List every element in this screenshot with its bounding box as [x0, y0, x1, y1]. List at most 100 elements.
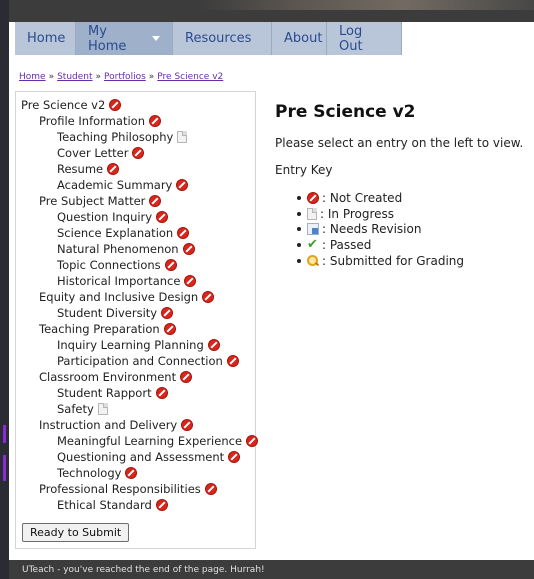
bullet: [297, 211, 301, 216]
tree-item-cover-letter[interactable]: Cover Letter: [57, 146, 145, 160]
not-created-icon: [107, 163, 120, 175]
tree-item-label: Pre Subject Matter: [39, 194, 146, 208]
tree-item-label: Cover Letter: [57, 146, 129, 160]
tree-item-inquiry-learning-planning[interactable]: Inquiry Learning Planning: [57, 338, 220, 352]
not-created-icon: [177, 227, 190, 239]
tree-item-pre-subject-matter[interactable]: Pre Subject Matter: [39, 194, 162, 208]
tree-item-question-inquiry[interactable]: Question Inquiry: [57, 210, 169, 224]
tree-item-meaningful-learning-experience[interactable]: Meaningful Learning Experience: [57, 434, 259, 448]
tree-item-label: Equity and Inclusive Design: [39, 290, 199, 304]
tree-item-label: Classroom Environment: [39, 370, 177, 384]
not-created-icon: [202, 291, 215, 303]
top-bar: [9, 0, 534, 22]
left-edge-marker: [3, 455, 6, 481]
tree-item-student-diversity[interactable]: Student Diversity: [57, 306, 174, 320]
tree-item-science-explanation[interactable]: Science Explanation: [57, 226, 190, 240]
tree-item-teaching-philosophy[interactable]: Teaching Philosophy: [57, 130, 188, 144]
bullet: [297, 195, 301, 200]
tree-root-label: Pre Science v2: [21, 98, 106, 112]
tree-item-student-rapport[interactable]: Student Rapport: [57, 386, 168, 400]
breadcrumb-portfolios[interactable]: Portfolios: [104, 72, 146, 82]
key-label: : In Progress: [320, 206, 395, 221]
not-created-icon: [184, 275, 197, 287]
not-created-icon: [148, 115, 161, 127]
nav-resources-label: Resources: [185, 31, 252, 46]
breadcrumb-pre-science-v2[interactable]: Pre Science v2: [157, 72, 223, 82]
tree-item-technology[interactable]: Technology: [57, 466, 138, 480]
tree-item-label: Natural Phenomenon: [57, 242, 179, 256]
key-item-submitted: : Submitted for Grading: [297, 253, 464, 269]
page-title: Pre Science v2: [275, 102, 416, 122]
tree-item-historical-importance[interactable]: Historical Importance: [57, 274, 197, 288]
key-item-in-progress: : In Progress: [297, 206, 464, 222]
not-created-icon: [132, 147, 145, 159]
breadcrumb-separator: »: [148, 72, 155, 82]
in-progress-icon: [177, 131, 188, 143]
select-entry-message: Please select an entry on the left to vi…: [275, 136, 524, 150]
bullet: [297, 242, 301, 247]
passed-icon: ✔: [307, 236, 318, 252]
nav-about[interactable]: About: [272, 22, 327, 55]
tree-item-label: Academic Summary: [57, 178, 173, 192]
submitted-icon: [307, 254, 319, 267]
not-created-icon: [149, 195, 162, 207]
tree-item-participation-and-connection[interactable]: Participation and Connection: [57, 354, 239, 368]
tree-item-natural-phenomenon[interactable]: Natural Phenomenon: [57, 242, 195, 256]
bullet: [297, 258, 301, 263]
key-label: : Submitted for Grading: [322, 253, 465, 268]
entry-key-list: : Not Created : In Progress : Needs Revi…: [297, 190, 464, 268]
tree-item-profile-information[interactable]: Profile Information: [39, 114, 161, 128]
tree-item-label: Student Diversity: [57, 306, 158, 320]
tree-item-label: Instruction and Delivery: [39, 418, 178, 432]
breadcrumb-separator: »: [48, 72, 55, 82]
ready-to-submit-button[interactable]: Ready to Submit: [22, 523, 130, 542]
key-label: : Passed: [322, 237, 372, 252]
breadcrumb-separator: »: [95, 72, 102, 82]
tree-item-questioning-and-assessment[interactable]: Questioning and Assessment: [57, 450, 241, 464]
left-edge-marker: [3, 425, 6, 443]
not-created-icon: [307, 191, 319, 204]
tree-item-label: Profile Information: [39, 114, 145, 128]
not-created-icon: [164, 259, 177, 271]
not-created-icon: [204, 483, 217, 495]
nav-home-label: Home: [27, 31, 66, 46]
tree-item-classroom-environment[interactable]: Classroom Environment: [39, 370, 193, 384]
nav-about-label: About: [284, 31, 323, 46]
tree-item-topic-connections[interactable]: Topic Connections: [57, 258, 177, 272]
breadcrumb-student[interactable]: Student: [57, 72, 92, 82]
tree-item-resume[interactable]: Resume: [57, 162, 120, 176]
tree-item-label: Safety: [57, 402, 94, 416]
tree-item-label: Historical Importance: [57, 274, 181, 288]
nav-home[interactable]: Home: [15, 22, 76, 55]
not-created-icon: [226, 355, 239, 367]
not-created-icon: [109, 99, 122, 111]
key-item-not-created: : Not Created: [297, 190, 464, 206]
needs-revision-icon: [307, 223, 319, 236]
tree-item-label: Technology: [57, 466, 122, 480]
top-bar-banner: [199, 0, 534, 10]
nav-my-home-label: My Home: [88, 23, 127, 54]
tree-item-label: Science Explanation: [57, 226, 174, 240]
tree-item-label: Teaching Preparation: [39, 322, 160, 336]
not-created-icon: [207, 339, 220, 351]
tree-item-professional-responsibilities[interactable]: Professional Responsibilities: [39, 482, 217, 496]
breadcrumb: Home» Student» Portfolios» Pre Science v2: [19, 72, 223, 82]
left-edge-strip: [0, 0, 9, 579]
not-created-icon: [125, 467, 138, 479]
tree-item-instruction-and-delivery[interactable]: Instruction and Delivery: [39, 418, 194, 432]
tree-item-label: Ethical Standard: [57, 498, 152, 512]
tree-item-label: Inquiry Learning Planning: [57, 338, 204, 352]
key-item-passed: ✔ : Passed: [297, 237, 464, 253]
tree-item-equity-and-inclusive-design[interactable]: Equity and Inclusive Design: [39, 290, 215, 304]
breadcrumb-home[interactable]: Home: [19, 72, 46, 82]
tree-item-teaching-preparation[interactable]: Teaching Preparation: [39, 322, 176, 336]
tree-root[interactable]: Pre Science v2: [21, 98, 122, 112]
nav-log-out[interactable]: Log Out: [327, 22, 402, 55]
nav-my-home[interactable]: My Home: [76, 22, 173, 55]
tree-item-safety[interactable]: Safety: [57, 402, 108, 416]
tree-item-ethical-standard[interactable]: Ethical Standard: [57, 498, 168, 512]
tree-item-academic-summary[interactable]: Academic Summary: [57, 178, 189, 192]
nav-resources[interactable]: Resources: [173, 22, 272, 55]
tree-item-label: Student Rapport: [57, 386, 152, 400]
key-item-needs-revision: : Needs Revision: [297, 221, 464, 237]
